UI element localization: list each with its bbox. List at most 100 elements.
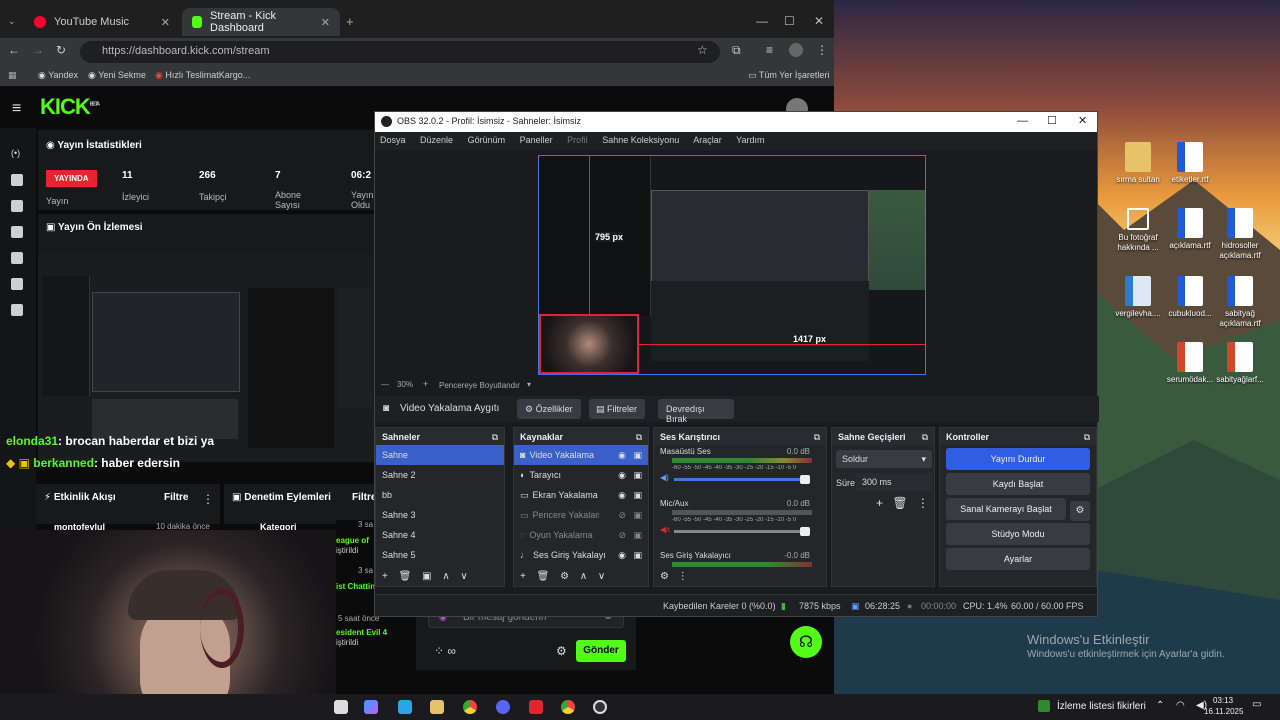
back-icon[interactable]: ← — [8, 43, 20, 57]
mute-icon[interactable]: ◀x — [660, 525, 670, 534]
extensions-icon[interactable]: ⧉ — [732, 43, 741, 58]
maximize-icon[interactable]: ☐ — [1047, 114, 1057, 127]
scene-item[interactable]: Sahne 3 — [376, 505, 504, 525]
close-window-icon[interactable]: ✕ — [814, 14, 824, 28]
stop-stream-button[interactable]: Yayını Durdur — [946, 448, 1090, 470]
menu-sahne-koleksiyonu[interactable]: Sahne Koleksiyonu — [602, 135, 679, 145]
transition-toolbar[interactable]: + 🗑 ⋮ — [876, 496, 929, 510]
studio-mode-button[interactable]: Stüdyo Modu — [946, 523, 1090, 545]
bookmark-new-tab[interactable]: ◉ Yeni Sekme — [88, 70, 146, 81]
desktop-icon-word[interactable]: etiketler.rtf — [1158, 142, 1222, 185]
cast-icon[interactable]: ≡ — [766, 43, 773, 57]
obs-preview[interactable]: 795 px 1417 px — [538, 155, 926, 375]
minimize-icon[interactable]: — — [756, 14, 768, 28]
stream-icon[interactable]: (•) — [11, 148, 23, 160]
menu-gorunum[interactable]: Görünüm — [468, 135, 506, 145]
filters-button[interactable]: ▤ Filtreler — [589, 399, 645, 419]
duration-input[interactable]: 300 ms — [856, 473, 932, 491]
clock-time[interactable]: 03:13 — [1213, 696, 1233, 705]
scene-item[interactable]: Sahne — [376, 445, 504, 465]
clock-date[interactable]: 16.11.2025 — [1204, 707, 1243, 716]
gear-icon[interactable] — [11, 304, 23, 316]
menu-dosya[interactable]: Dosya — [380, 135, 406, 145]
source-item[interactable]: ▭ Pencere Yakalam ⊘ ▣ — [514, 505, 648, 525]
taskbar-app-icon[interactable] — [334, 700, 348, 714]
app-icon[interactable] — [529, 700, 543, 714]
bookmark-all[interactable]: ▭ Tüm Yer İşaretleri — [748, 70, 829, 81]
source-item[interactable]: ◐ Tarayıcı ◉ ▣ — [514, 465, 648, 485]
maximize-icon[interactable]: ☐ — [784, 14, 795, 28]
settings-cog-icon[interactable] — [11, 252, 23, 264]
desktop-icon-word[interactable]: sabityağ açıklama.rtf — [1208, 276, 1272, 329]
desktop-icon-word[interactable]: hidrosoller açıklama.rtf — [1208, 208, 1272, 261]
tab-kick-dashboard[interactable]: Stream - Kick Dashboard ✕ — [182, 8, 340, 36]
menu-profil[interactable]: Profil — [567, 135, 588, 145]
scene-toolbar[interactable]: + 🗑 ▣ ∧ ∨ — [382, 571, 468, 582]
scene-item[interactable]: bb — [376, 485, 504, 505]
menu-yardim[interactable]: Yardım — [736, 135, 764, 145]
close-icon[interactable]: ✕ — [161, 16, 170, 29]
source-item[interactable]: ◙Video Yakalama Aygıtı◉▣ — [514, 445, 648, 465]
chrome-icon[interactable] — [463, 700, 477, 714]
send-button[interactable]: Gönder — [576, 640, 626, 662]
volume-slider[interactable] — [674, 478, 802, 481]
volume-slider[interactable] — [674, 530, 802, 533]
users-icon[interactable] — [11, 278, 23, 290]
more-icon[interactable]: ⋮ — [202, 492, 214, 506]
disable-button[interactable]: Devredışı Bırak — [658, 399, 734, 424]
bookmark-star-icon[interactable]: ☆ — [697, 43, 708, 57]
fit-to-window-button[interactable]: Pencereye Boyutlandır — [439, 381, 520, 390]
points-icon[interactable]: ⁘ ∞ — [434, 644, 456, 658]
volume-handle[interactable] — [800, 527, 810, 536]
scene-item[interactable]: Sahne 4 — [376, 525, 504, 545]
bookmark-kargo[interactable]: ◉ Hızlı TeslimatKargo... — [155, 70, 250, 81]
wifi-icon[interactable]: ◠ — [1176, 700, 1185, 711]
virtual-camera-settings-icon[interactable]: ⚙ — [1070, 501, 1090, 521]
scene-item[interactable]: Sahne 2 — [376, 465, 504, 485]
community-icon[interactable] — [11, 226, 23, 238]
moderation-filter-button[interactable]: Filtre — [352, 492, 374, 503]
close-window-icon[interactable]: ✕ — [1078, 114, 1087, 127]
activity-filter-button[interactable]: Filtre — [164, 492, 188, 503]
zoom-in-icon[interactable]: + — [423, 379, 428, 389]
kick-logo[interactable]: KICKBETA — [40, 94, 100, 120]
stats-icon[interactable] — [11, 174, 23, 186]
desktop-icon-ppt[interactable]: sabityağlarf... — [1208, 342, 1272, 385]
support-headset-icon[interactable]: ☊ — [790, 626, 822, 658]
source-bounding-box[interactable] — [539, 314, 639, 374]
tab-youtube-music[interactable]: YouTube Music ✕ — [24, 8, 180, 36]
copilot-icon[interactable] — [364, 700, 378, 714]
volume-handle[interactable] — [800, 475, 810, 484]
notification-icon[interactable]: ▭ — [1252, 699, 1261, 710]
menu-icon[interactable]: ⋮ — [816, 43, 828, 57]
fit-dropdown-icon[interactable]: ▾ — [527, 380, 531, 389]
source-item[interactable]: ▭ Ekran Yakalama ◉ ▣ — [514, 485, 648, 505]
start-recording-button[interactable]: Kaydı Başlat — [946, 473, 1090, 495]
mixer-toolbar[interactable]: ⚙ ⋮ — [660, 571, 688, 582]
store-icon[interactable] — [398, 700, 412, 714]
scene-item[interactable]: Sahne 5 — [376, 545, 504, 565]
obs-icon[interactable] — [593, 700, 607, 714]
chevron-up-icon[interactable]: ⌃ — [1156, 700, 1164, 711]
discord-icon[interactable] — [496, 700, 510, 714]
hamburger-menu-icon[interactable]: ≡ — [12, 100, 21, 118]
apps-icon[interactable]: ▦ — [8, 70, 17, 81]
taskbar-notification[interactable]: İzleme listesi fikirleri — [1057, 701, 1146, 712]
tab-list-chevron-icon[interactable]: ⌄ — [8, 16, 16, 27]
menu-paneller[interactable]: Paneller — [520, 135, 553, 145]
source-toolbar[interactable]: + 🗑 ⚙ ∧ ∨ — [520, 571, 605, 582]
file-explorer-icon[interactable] — [430, 700, 444, 714]
bookmark-yandex[interactable]: ◉ Yandex — [38, 70, 78, 81]
menu-duzenle[interactable]: Düzenle — [420, 135, 453, 145]
forward-icon[interactable]: → — [32, 43, 44, 57]
chrome-icon[interactable] — [561, 700, 575, 714]
reload-icon[interactable]: ↻ — [56, 43, 66, 57]
settings-button[interactable]: Ayarlar — [946, 548, 1090, 570]
properties-button[interactable]: ⚙ Özellikler — [517, 399, 581, 419]
new-tab-button[interactable]: + — [346, 14, 354, 29]
start-virtual-camera-button[interactable]: Sanal Kamerayı Başlat — [946, 498, 1066, 520]
source-item[interactable]: ♩ Ses Giriş Yakalayı ◉ ▣ — [514, 545, 648, 565]
menu-araclar[interactable]: Araçlar — [693, 135, 722, 145]
source-item[interactable]: ◌ Oyun Yakalama ⊘ ▣ — [514, 525, 648, 545]
zoom-out-icon[interactable]: — — [381, 380, 389, 389]
